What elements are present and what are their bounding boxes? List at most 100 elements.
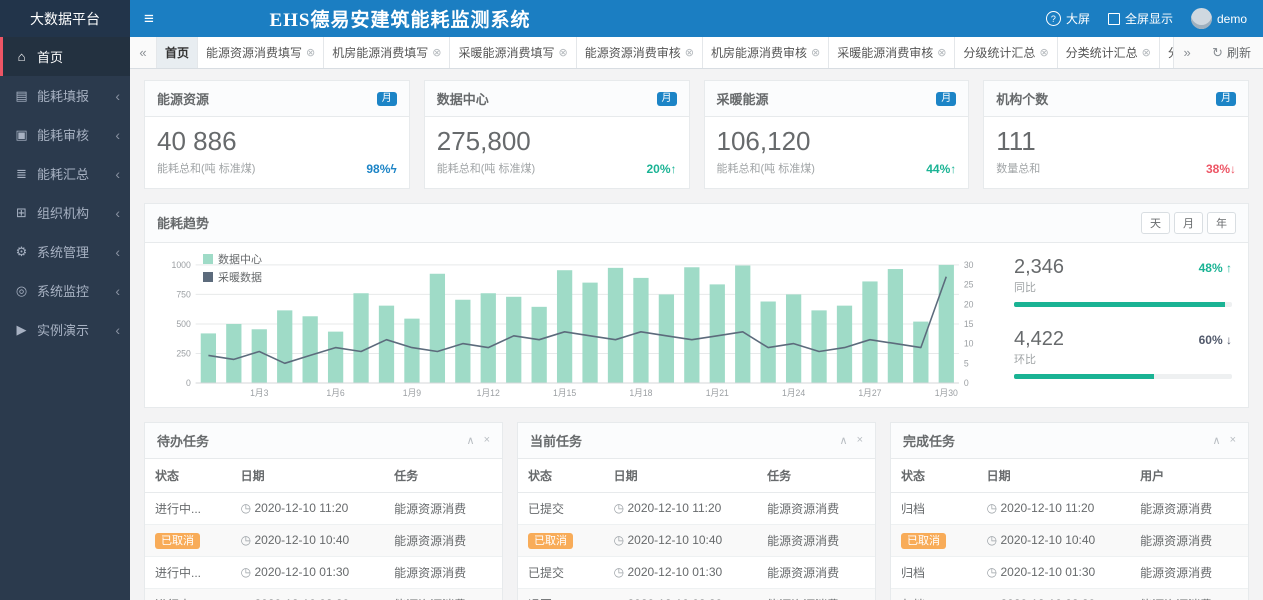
sidebar-item-label: 首页 xyxy=(37,47,63,66)
sidebar-item-label: 系统监控 xyxy=(37,281,89,300)
current-tasks-table: 状态 日期 任务 已提交 2020-12-10 11:20 能源资源消费 已取消 xyxy=(518,459,875,600)
tab-close-icon[interactable]: ⊗ xyxy=(937,46,946,59)
tab-energy-consume-fill[interactable]: 能源资源消费填写 ⊗ xyxy=(198,37,324,68)
date-cell: 2020-12-10 10:40 xyxy=(604,524,758,556)
sidebar-item-home[interactable]: ⌂ 首页 xyxy=(0,37,130,76)
legend-item-datacenter[interactable]: 数据中心 xyxy=(203,251,262,267)
tab-class-summary-audit[interactable]: 分类汇总审核 ⊗ xyxy=(1160,37,1173,68)
tab-close-icon[interactable]: ⊗ xyxy=(559,46,568,59)
close-icon[interactable]: × xyxy=(857,434,863,447)
task-cell: 能源资源消费 xyxy=(384,588,502,600)
legend-item-heating[interactable]: 采暖数据 xyxy=(203,269,262,285)
date-cell: 2020-12-10 02:20 xyxy=(231,588,385,600)
tab-close-icon[interactable]: ⊗ xyxy=(306,46,315,59)
tab-close-icon[interactable]: ⊗ xyxy=(685,46,694,59)
table-row: 退回 2020-12-10 02:20 能源资源消费 xyxy=(518,588,875,600)
refresh-icon: ↻ xyxy=(1212,45,1223,61)
todo-tasks-table: 状态 日期 任务 进行中... 2020-12-10 11:20 能源资源消费 … xyxy=(145,459,502,600)
refresh-button[interactable]: ↻ 刷新 xyxy=(1200,37,1263,68)
panel-title: 待办任务 xyxy=(157,431,209,450)
collapse-icon[interactable]: ∧ xyxy=(840,434,848,447)
sidebar-item-demo[interactable]: ▶ 实例演示 ‹ xyxy=(0,310,130,349)
sidebar-item-label: 实例演示 xyxy=(37,320,89,339)
svg-text:1月24: 1月24 xyxy=(782,388,805,398)
sidebar-item-organization[interactable]: ⊞ 组织机构 ‹ xyxy=(0,193,130,232)
task-cell: 能源资源消费 xyxy=(1130,588,1248,600)
fullscreen-icon xyxy=(1108,13,1120,25)
trend-side-stats: 2,346 同比 48% ↑ xyxy=(988,251,1236,401)
tab-close-icon[interactable]: ⊗ xyxy=(811,46,820,59)
mom-progress-bar xyxy=(1014,374,1232,379)
tabs-scroll-left-icon[interactable]: « xyxy=(130,37,157,68)
bigscreen-button[interactable]: ? 大屏 xyxy=(1046,10,1090,27)
tab-label: 能源资源消费审核 xyxy=(585,44,681,61)
task-cell: 能源资源消费 xyxy=(384,492,502,524)
period-badge: 月 xyxy=(936,92,956,106)
date-cell: 2020-12-10 02:20 xyxy=(604,588,758,600)
sidebar-item-energy-audit[interactable]: ▣ 能耗审核 ‹ xyxy=(0,115,130,154)
table-row: 已取消 2020-12-10 10:40 能源资源消费 xyxy=(891,524,1248,556)
collapse-icon[interactable]: ∧ xyxy=(467,434,475,447)
tab-room-energy-fill[interactable]: 机房能源消费填写 ⊗ xyxy=(324,37,450,68)
stat-percent: 20%↑ xyxy=(646,162,676,176)
tab-class-stats-summary[interactable]: 分类统计汇总 ⊗ xyxy=(1058,37,1160,68)
stat-percent: 98%ϟ xyxy=(366,162,396,176)
bolt-icon: ϟ xyxy=(390,162,396,176)
range-day-button[interactable]: 天 xyxy=(1141,212,1170,234)
svg-text:500: 500 xyxy=(176,319,191,329)
tab-home[interactable]: 首页 xyxy=(157,37,198,68)
col-task: 任务 xyxy=(384,459,502,493)
arrow-up-icon: ↑ xyxy=(1226,261,1232,275)
main-content: 能源资源 月 40 886 能耗总和(吨 标准煤) 98%ϟ 数据中心 月 xyxy=(130,68,1263,600)
task-cell: 能源资源消费 xyxy=(1130,556,1248,588)
svg-text:1月27: 1月27 xyxy=(858,388,881,398)
task-cell: 能源资源消费 xyxy=(1130,524,1248,556)
sidebar: ⌂ 首页 ▤ 能耗填报 ‹ ▣ 能耗审核 ‹ ≣ 能耗汇总 ‹ ⊞ 组织机构 ‹… xyxy=(0,37,130,600)
fullscreen-button[interactable]: 全屏显示 xyxy=(1108,10,1173,27)
status-badge: 进行中... xyxy=(155,502,201,516)
app-window: 大数据平台 ≡ EHS德易安建筑能耗监测系统 ? 大屏 全屏显示 demo ⌂ … xyxy=(0,0,1263,600)
status-badge: 已取消 xyxy=(528,533,573,549)
home-icon: ⌂ xyxy=(14,49,29,64)
tabs-scroll-right-icon[interactable]: » xyxy=(1173,37,1200,68)
range-year-button[interactable]: 年 xyxy=(1207,212,1236,234)
arrow-down-icon: ↓ xyxy=(1226,333,1232,347)
energy-trend-panel: 能耗趋势 天 月 年 025050075010000510152025301月3… xyxy=(144,203,1249,408)
svg-text:1月18: 1月18 xyxy=(629,388,652,398)
close-icon[interactable]: × xyxy=(484,434,490,447)
chevron-left-icon: ‹ xyxy=(115,284,120,298)
topbar: 大数据平台 ≡ EHS德易安建筑能耗监测系统 ? 大屏 全屏显示 demo xyxy=(0,0,1263,37)
sidebar-item-label: 能耗审核 xyxy=(37,125,89,144)
tab-heating-energy-fill[interactable]: 采暖能源消费填写 ⊗ xyxy=(450,37,576,68)
fullscreen-label: 全屏显示 xyxy=(1125,10,1173,27)
yoy-value: 2,346 xyxy=(1014,255,1064,279)
status-badge: 已提交 xyxy=(528,502,564,516)
sidebar-item-system-management[interactable]: ⚙ 系统管理 ‹ xyxy=(0,232,130,271)
stat-card-org-count: 机构个数 月 111 数量总和 38%↓ xyxy=(983,80,1249,189)
menu-toggle-icon[interactable]: ≡ xyxy=(130,9,168,29)
stat-card-data-center: 数据中心 月 275,800 能耗总和(吨 标准煤) 20%↑ xyxy=(424,80,690,189)
tab-heating-energy-audit[interactable]: 采暖能源消费审核 ⊗ xyxy=(829,37,955,68)
tab-close-icon[interactable]: ⊗ xyxy=(1142,46,1151,59)
sidebar-item-energy-fill[interactable]: ▤ 能耗填报 ‹ xyxy=(0,76,130,115)
date-cell: 2020-12-10 01:30 xyxy=(231,556,385,588)
bigscreen-label: 大屏 xyxy=(1066,10,1090,27)
collapse-icon[interactable]: ∧ xyxy=(1213,434,1221,447)
task-panels-row: 待办任务 ∧ × 状态 日期 任务 xyxy=(144,422,1249,600)
tab-level-stats-summary[interactable]: 分级统计汇总 ⊗ xyxy=(955,37,1057,68)
tab-room-energy-audit[interactable]: 机房能源消费审核 ⊗ xyxy=(703,37,829,68)
chevron-left-icon: ‹ xyxy=(115,323,120,337)
tab-close-icon[interactable]: ⊗ xyxy=(1039,46,1048,59)
stat-label: 能耗总和(吨 标准煤) xyxy=(157,160,255,176)
close-icon[interactable]: × xyxy=(1230,434,1236,447)
sidebar-item-system-monitor[interactable]: ◎ 系统监控 ‹ xyxy=(0,271,130,310)
chevron-left-icon: ‹ xyxy=(115,128,120,142)
tab-close-icon[interactable]: ⊗ xyxy=(432,46,441,59)
range-month-button[interactable]: 月 xyxy=(1174,212,1203,234)
svg-text:5: 5 xyxy=(964,358,969,368)
card-title: 数据中心 xyxy=(437,89,489,108)
tab-energy-consume-audit[interactable]: 能源资源消费审核 ⊗ xyxy=(577,37,703,68)
user-menu[interactable]: demo xyxy=(1191,8,1247,29)
avatar xyxy=(1191,8,1212,29)
sidebar-item-energy-summary[interactable]: ≣ 能耗汇总 ‹ xyxy=(0,154,130,193)
